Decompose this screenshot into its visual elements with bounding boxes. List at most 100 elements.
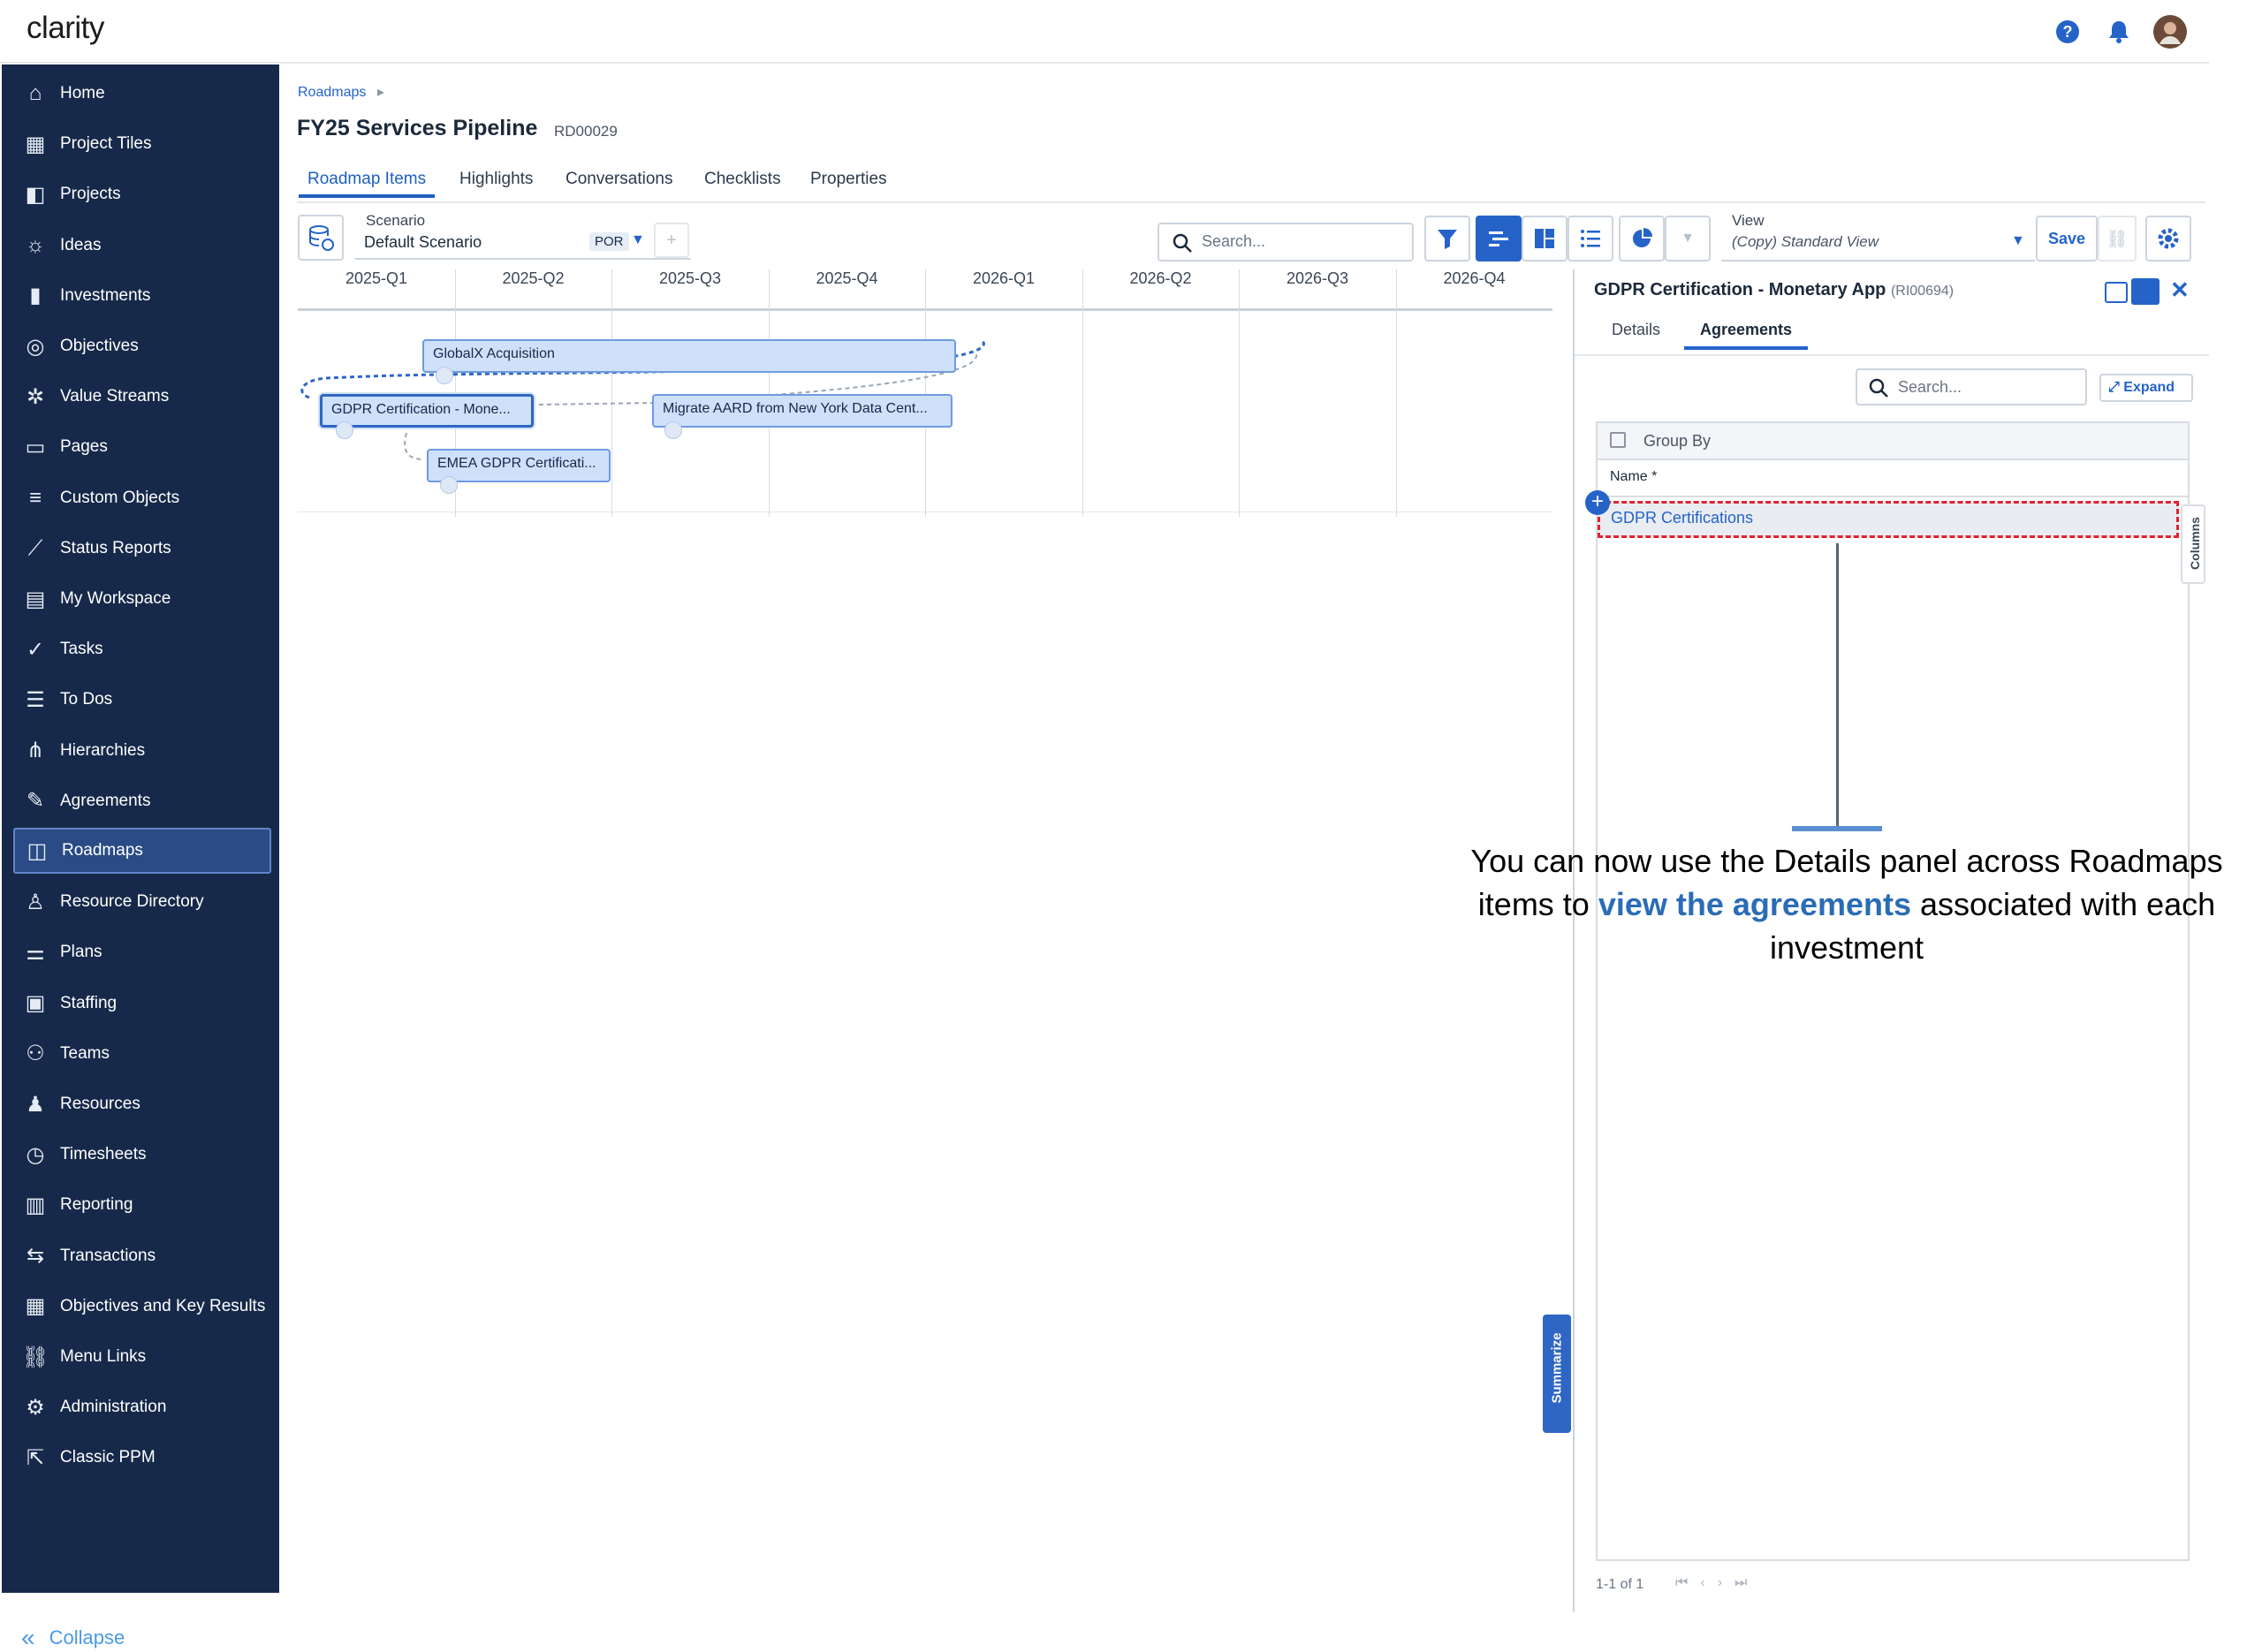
breadcrumb[interactable]: Roadmaps ▸ [298, 83, 384, 101]
sidebar-item-status-reports[interactable]: ⟋ Status Reports [2, 526, 279, 572]
close-icon[interactable]: ✕ [2170, 277, 2190, 304]
name-column-header[interactable]: Name * [1610, 469, 1657, 485]
agreement-name-link[interactable]: GDPR Certifications [1611, 509, 1753, 527]
view-select[interactable]: View (Copy) Standard View ▼ [1721, 212, 2035, 261]
tab-highlights[interactable]: Highlights [459, 170, 533, 189]
panel-tab-details[interactable]: Details [1612, 321, 1660, 339]
help-icon[interactable]: ? [2052, 16, 2084, 48]
sidebar-item-value-streams[interactable]: ✲ Value Streams [2, 374, 279, 420]
sidebar-item-reporting[interactable]: ▥ Reporting [2, 1182, 279, 1228]
tab-properties[interactable]: Properties [810, 170, 887, 189]
link-icon: ⛓ [2106, 229, 2129, 249]
sidebar-item-investments[interactable]: ▮ Investments [2, 273, 279, 319]
columns-label: Columns [2188, 517, 2202, 570]
pagination-controls[interactable]: ⏮‹›⏭ [1675, 1575, 1759, 1591]
sidebar-item-transactions[interactable]: ⇆ Transactions [2, 1233, 279, 1279]
sidebar-item-custom-objects[interactable]: ≡ Custom Objects [2, 475, 279, 521]
sidebar-item-pages[interactable]: ▭ Pages [2, 424, 279, 470]
sidebar-item-project-tiles[interactable]: ▦ Project Tiles [2, 121, 279, 167]
save-view-button[interactable]: Save [2036, 216, 2098, 261]
settings-button[interactable] [2145, 216, 2191, 261]
page-title: FY25 Services Pipeline [297, 116, 538, 140]
sidebar-item-objectives-and-key-results[interactable]: ▦ Objectives and Key Results [2, 1284, 279, 1330]
sidebar-item-label: Ideas [60, 235, 102, 254]
collapse-button[interactable]: « Collapse [21, 1624, 125, 1652]
quarter-gridline [1082, 269, 1083, 517]
expand-arrows-icon: ⤢ [2108, 380, 2120, 395]
callout-pointer-line [1836, 543, 1839, 830]
add-row-plus-icon[interactable]: + [1585, 490, 1610, 515]
breadcrumb-roadmaps[interactable]: Roadmaps [298, 85, 366, 100]
sidebar-item-projects[interactable]: ◧ Projects [2, 171, 279, 217]
panel-search-input[interactable]: Search... [1856, 368, 2087, 405]
chart-view-button[interactable] [1619, 216, 1665, 261]
sidebar-item-menu-links[interactable]: ⛓ Menu Links [2, 1334, 279, 1380]
sidebar-item-agreements[interactable]: ✎ Agreements [2, 778, 279, 824]
link-chip-icon [664, 421, 682, 439]
sidebar-item-label: My Workspace [60, 589, 171, 608]
search-input[interactable]: Search... [1158, 223, 1414, 261]
tab-roadmap-items[interactable]: Roadmap Items [299, 170, 436, 198]
timeline-view-button[interactable] [1476, 216, 1522, 261]
clarity-logo[interactable]: clarity [27, 11, 104, 46]
list-view-button[interactable] [1567, 216, 1613, 261]
sidebar-item-timesheets[interactable]: ◷ Timesheets [2, 1132, 279, 1178]
sidebar-item-teams[interactable]: ⚇ Teams [2, 1031, 279, 1077]
sidebar-item-label: Timesheets [60, 1145, 147, 1164]
filter-icon [1438, 230, 1457, 249]
sidebar-item-objectives[interactable]: ◎ Objectives [2, 323, 279, 369]
filter-button[interactable] [1424, 216, 1470, 261]
sidebar-item-resources[interactable]: ♟ Resources [2, 1081, 279, 1127]
sidebar-item-ideas[interactable]: ☼ Ideas [2, 223, 279, 269]
chevron-down-icon: ▼ [2011, 233, 2025, 248]
panel-dock-icon[interactable] [2131, 278, 2160, 305]
sidebar-item-administration[interactable]: ⚙ Administration [2, 1384, 279, 1430]
table-row[interactable]: GDPR Certifications [1598, 501, 2179, 538]
scenario-select[interactable]: Scenario Default Scenario POR ▼ [355, 212, 691, 260]
sidebar-item-classic-ppm[interactable]: ⇱ Classic PPM [2, 1435, 279, 1481]
chevron-right-icon: ▸ [376, 85, 384, 100]
sidebar-item-tasks[interactable]: ✓ Tasks [2, 626, 279, 672]
gear-icon [2158, 228, 2179, 249]
sidebar-item-label: To Dos [60, 690, 113, 709]
group-by-bar[interactable]: Group By [1598, 423, 2188, 460]
panel-minimize-icon[interactable] [2105, 282, 2128, 303]
tab-checklists[interactable]: Checklists [704, 170, 781, 189]
columns-side-tab[interactable]: Columns [2181, 504, 2205, 584]
sidebar-item-to-dos[interactable]: ☰ To Dos [2, 677, 279, 723]
chart-options-button[interactable]: ▼ [1665, 216, 1711, 261]
sidebar-item-label: Administration [60, 1398, 167, 1417]
sidebar-item-resource-directory[interactable]: ♙ Resource Directory [2, 879, 279, 925]
summarize-label: Summarize [1549, 1332, 1565, 1404]
roadmap-item-migrate-aard[interactable]: Migrate AARD from New York Data Cent... [652, 394, 953, 428]
sidebar-item-label: Resources [60, 1095, 140, 1113]
summarize-button[interactable]: Summarize [1543, 1315, 1571, 1433]
top-bar: clarity ? [0, 0, 2209, 64]
link-chip-icon [336, 421, 353, 439]
home-icon: ⌂ [28, 81, 42, 105]
roadmap-item-globalx[interactable]: GlobalX Acquisition [422, 339, 956, 373]
list-icon [1581, 230, 1600, 247]
user-avatar[interactable] [2152, 14, 2188, 49]
sidebar-item-home[interactable]: ⌂ Home [2, 71, 279, 117]
resources-icon: ♟ [26, 1092, 45, 1117]
sidebar-item-staffing[interactable]: ▣ Staffing [2, 981, 279, 1027]
tab-conversations[interactable]: Conversations [566, 170, 672, 189]
board-view-button[interactable] [1522, 216, 1567, 261]
check-icon: ✓ [26, 637, 45, 662]
scenario-manage-button[interactable] [298, 215, 344, 261]
expand-button[interactable]: ⤢ Expand [2099, 374, 2193, 402]
sidebar-item-my-workspace[interactable]: ▤ My Workspace [2, 576, 279, 622]
scenario-add-button[interactable]: + [654, 223, 689, 258]
sidebar-item-roadmaps[interactable]: ◫ Roadmaps [13, 828, 271, 874]
sidebar: ⌂ Home ▦ Project Tiles ◧ Projects ☼ Ideas ▮ Inves… [2, 64, 279, 1651]
panel-tab-agreements[interactable]: Agreements [1684, 321, 1809, 350]
roadmap-item-gdpr-selected[interactable]: GDPR Certification - Mone... [320, 394, 534, 428]
sidebar-item-label: Plans [60, 943, 102, 962]
sidebar-item-label: Pages [60, 437, 108, 457]
notification-bell-icon[interactable] [2103, 16, 2135, 48]
plus-icon: + [666, 230, 677, 250]
copy-link-button[interactable]: ⛓ [2098, 216, 2137, 261]
sidebar-item-hierarchies[interactable]: ⋔ Hierarchies [2, 728, 279, 774]
sidebar-item-plans[interactable]: ⚌ Plans [2, 929, 279, 975]
